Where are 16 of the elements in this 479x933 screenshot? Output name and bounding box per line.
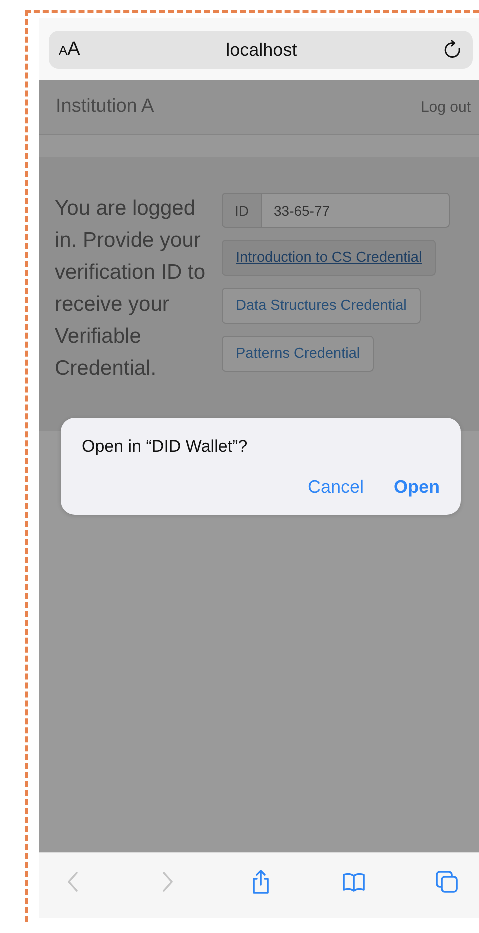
text-size-button[interactable]: AA xyxy=(59,39,80,61)
address-bar[interactable]: AA localhost xyxy=(49,31,473,69)
dialog-title: Open in “DID Wallet”? xyxy=(82,437,249,457)
site-title: Institution A xyxy=(56,96,154,118)
id-input-field[interactable]: 33-65-77 xyxy=(262,193,450,228)
credential-button[interactable]: Data Structures Credential xyxy=(222,288,421,324)
id-label: ID xyxy=(222,193,262,228)
dialog-button[interactable]: Open xyxy=(394,477,440,498)
tabs-icon[interactable] xyxy=(434,868,460,894)
login-message: You are logged in. Provide your verification ID to receive your Verifiable Credential. xyxy=(55,196,207,382)
logout-link[interactable]: Log out xyxy=(420,98,471,116)
credential-button[interactable]: Introduction to CS Credential xyxy=(222,240,436,276)
url-text: localhost xyxy=(225,40,298,60)
reload-icon[interactable] xyxy=(443,40,463,60)
credential-button[interactable]: Patterns Credential xyxy=(222,336,374,372)
dialog-button[interactable]: Cancel xyxy=(308,477,364,498)
